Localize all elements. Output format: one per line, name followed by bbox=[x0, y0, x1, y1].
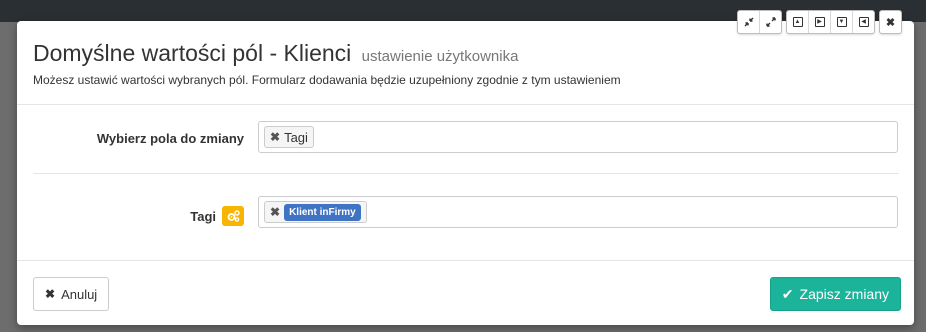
remove-tag-icon[interactable]: ✖ bbox=[270, 205, 280, 219]
tag-badge: Klient inFirmy bbox=[284, 203, 361, 221]
modal-title: Domyślne wartości pól - Klienci ustawien… bbox=[33, 40, 518, 67]
chip-label: Tagi bbox=[284, 129, 308, 145]
selected-field-chip: ✖ Tagi bbox=[264, 126, 314, 148]
modal-footer: ✖ Anuluj ✔ Zapisz zmiany bbox=[17, 260, 914, 326]
form-row-tags: Tagi ✖ Klient inFirmy bbox=[33, 174, 899, 254]
select-fields-input[interactable]: ✖ Tagi bbox=[258, 121, 898, 153]
cancel-label: Anuluj bbox=[61, 286, 98, 302]
modal-title-text: Domyślne wartości pól - Klienci bbox=[33, 40, 352, 66]
cogs-icon[interactable] bbox=[222, 206, 244, 226]
modal-subtitle: ustawienie użytkownika bbox=[361, 48, 519, 65]
modal-header: Domyślne wartości pól - Klienci ustawien… bbox=[17, 21, 914, 105]
tags-input[interactable]: ✖ Klient inFirmy bbox=[258, 196, 898, 228]
cancel-icon: ✖ bbox=[45, 287, 56, 301]
form-row-select-fields: Wybierz pola do zmiany ✖ Tagi bbox=[33, 121, 899, 174]
tag-chip: ✖ Klient inFirmy bbox=[264, 201, 367, 223]
cancel-button[interactable]: ✖ Anuluj bbox=[33, 277, 110, 311]
tags-label: Tagi bbox=[190, 208, 216, 224]
select-fields-label: Wybierz pola do zmiany bbox=[96, 131, 244, 146]
default-values-modal: ▲ ▶ ▼ ◀ ✖ Domyślne wartości pól - Klienc… bbox=[17, 10, 914, 326]
modal-description: Możesz ustawić wartości wybranych pól. F… bbox=[33, 73, 621, 87]
save-button[interactable]: ✔ Zapisz zmiany bbox=[769, 277, 901, 311]
remove-chip-icon[interactable]: ✖ bbox=[270, 130, 280, 144]
save-label: Zapisz zmiany bbox=[799, 286, 889, 302]
check-icon: ✔ bbox=[781, 285, 794, 302]
tags-label-group: Tagi bbox=[190, 206, 244, 226]
